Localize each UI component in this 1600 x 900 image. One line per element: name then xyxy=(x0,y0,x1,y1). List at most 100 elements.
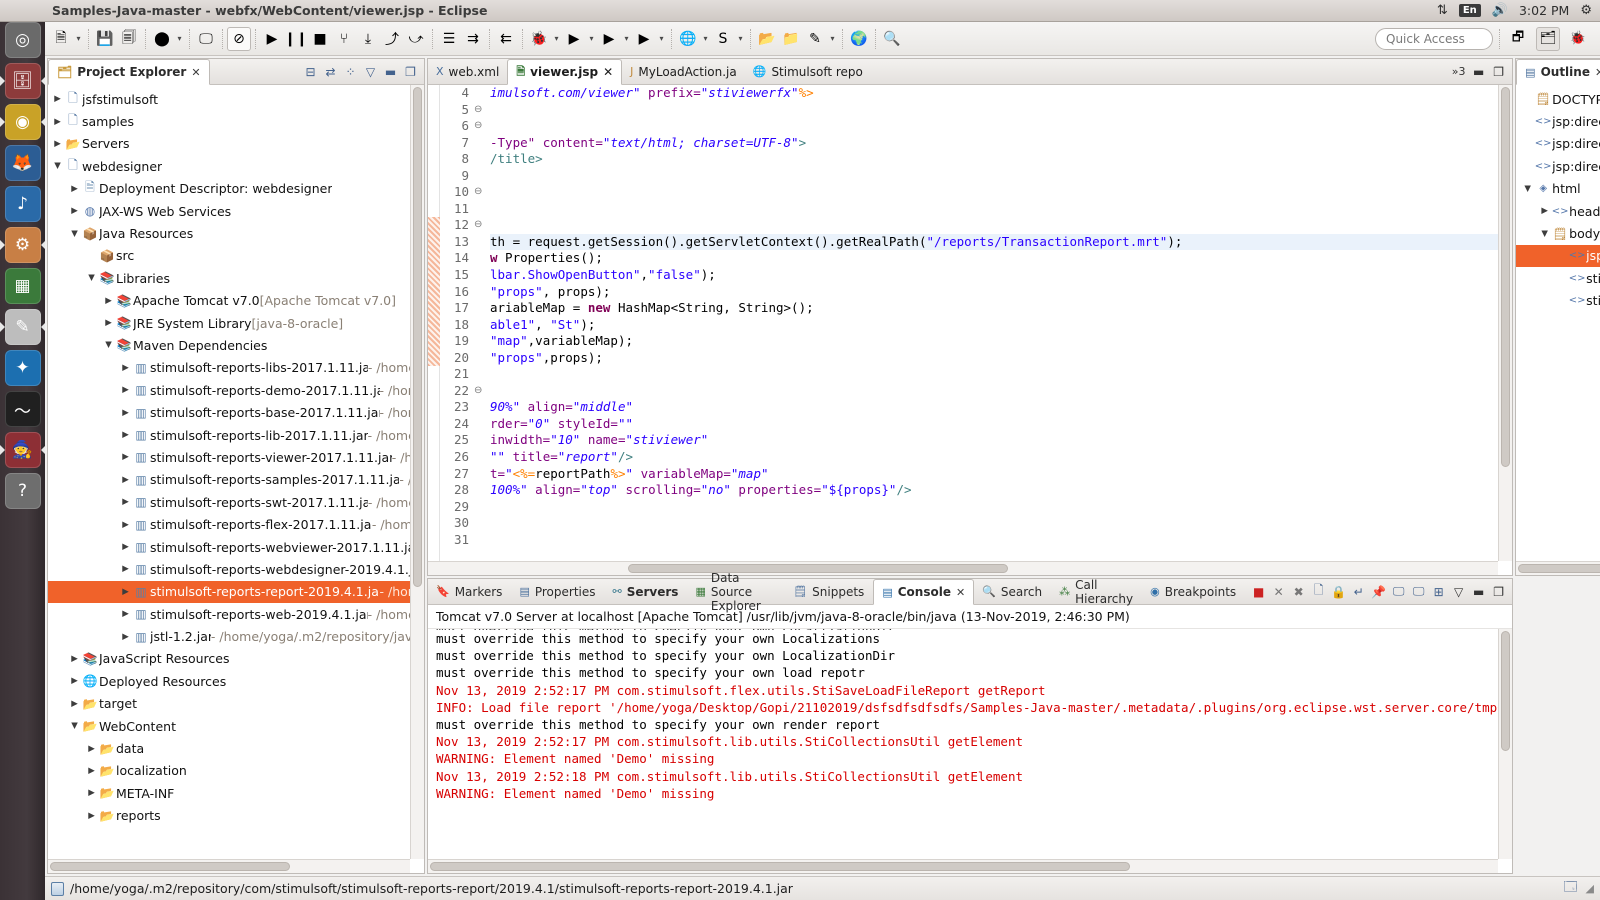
tree-row[interactable]: ·🗒DOCTYPE:HTML xyxy=(1516,88,1600,110)
chevron-down-icon[interactable]: ▾ xyxy=(735,27,746,51)
code-line[interactable] xyxy=(490,366,1512,383)
search-icon[interactable]: 🔍 xyxy=(880,27,904,51)
user-icon[interactable]: ⬤ xyxy=(150,27,174,51)
focus-on-active-task-icon[interactable]: ⁘ xyxy=(342,63,359,80)
chevron-right-icon[interactable]: ▶ xyxy=(68,184,81,194)
tree-row[interactable]: ▼ 📚 Libraries xyxy=(48,267,424,289)
chevron-right-icon[interactable]: ▶ xyxy=(68,699,81,709)
tree-row[interactable]: ▼ 🗋 webdesigner xyxy=(48,155,424,177)
code-line[interactable]: "" title="report"/> xyxy=(490,449,1512,466)
open-task-icon[interactable]: 📁 xyxy=(779,27,803,51)
tree-row[interactable]: ·<>jsp:directive.taglib prefix=stiviewer… xyxy=(1516,155,1600,177)
chevron-right-icon[interactable]: ▶ xyxy=(119,430,132,440)
run-last-tool-icon[interactable]: ☰ xyxy=(437,27,461,51)
terminate-icon[interactable]: ■ xyxy=(1250,583,1267,600)
tree-row[interactable]: ▶ ▥ stimulsoft-reports-flex-2017.1.11.jar … xyxy=(48,513,424,535)
chevron-down-icon[interactable]: ▼ xyxy=(68,229,81,239)
code-line[interactable]: "props",props); xyxy=(490,350,1512,367)
chevron-right-icon[interactable]: ▶ xyxy=(119,542,132,552)
minimize-icon[interactable]: ▬ xyxy=(382,63,399,80)
editor-vscrollbar[interactable] xyxy=(1498,85,1513,561)
files-icon[interactable]: 🗄 xyxy=(4,63,41,99)
folding-ruler[interactable]: ⊖ ⊖ ⊖ ⊖ ⊖ xyxy=(474,85,488,575)
resize-grip-icon[interactable]: ◢ xyxy=(1586,882,1594,895)
gear-icon[interactable]: ⚙ xyxy=(1580,3,1592,18)
new-icon[interactable]: 🗎 xyxy=(49,27,73,51)
code-line[interactable] xyxy=(490,168,1512,185)
chevron-right-icon[interactable]: ▶ xyxy=(68,676,81,686)
disconnect-icon[interactable]: ⑂ xyxy=(332,27,356,51)
marker-ruler[interactable] xyxy=(428,85,440,575)
code-line[interactable]: inwidth="10" name="stiviewer" xyxy=(490,432,1512,449)
tree-row[interactable]: ▶ 🗋 samples xyxy=(48,110,424,132)
chrome-icon[interactable]: ◉ xyxy=(4,104,41,140)
clock[interactable]: 3:02 PM xyxy=(1519,3,1569,18)
amarok-icon[interactable]: ♪ xyxy=(4,186,41,222)
chevron-right-icon[interactable]: ▶ xyxy=(119,587,132,597)
chevron-right-icon[interactable]: ▶ xyxy=(119,475,132,485)
keyboard-layout-indicator[interactable]: En xyxy=(1458,4,1481,17)
code-line[interactable]: /title> xyxy=(490,151,1512,168)
tree-row[interactable]: ▶ ▥ stimulsoft-reports-web-2019.4.1.jar - … xyxy=(48,603,424,625)
chevron-right-icon[interactable]: ▶ xyxy=(51,139,64,149)
chevron-right-icon[interactable]: ▶ xyxy=(68,206,81,216)
word-wrap-icon[interactable]: ↵ xyxy=(1350,583,1367,600)
tree-row[interactable]: ·<>jsp:directive.page contentType=text/h… xyxy=(1516,110,1600,132)
tree-row-selected[interactable]: ·<>jsp:scriptlet xyxy=(1516,244,1600,268)
chevron-right-icon[interactable]: ▶ xyxy=(85,766,98,776)
editor-tab-stimulsoft-repo[interactable]: 🌐 Stimulsoft repo xyxy=(745,59,871,84)
new-perspective-icon[interactable]: 🗗 xyxy=(1506,27,1530,51)
fold-collapse-icon[interactable]: ⊖ xyxy=(474,383,488,400)
console-hscrollbar[interactable] xyxy=(428,859,1499,873)
bottom-tab-console[interactable]: ▤ Console ✕ xyxy=(873,579,975,605)
tree-row[interactable]: ▶ 📂 target xyxy=(48,693,424,715)
new-server-icon[interactable]: S xyxy=(711,27,735,51)
display-selected-console-icon[interactable]: 🖵 xyxy=(1390,583,1407,600)
code-line[interactable] xyxy=(490,515,1512,532)
volume-icon[interactable]: 🔊 xyxy=(1492,3,1508,18)
run-as-server-icon[interactable]: ▶ xyxy=(597,27,621,51)
chevron-down-icon[interactable]: ▼ xyxy=(1538,229,1551,239)
tree-row[interactable]: ▶ 🗎 Deployment Descriptor: webdesigner xyxy=(48,178,424,200)
run-icon[interactable]: ▶ xyxy=(562,27,586,51)
editor-tab-viewer-jsp[interactable]: 🗎 viewer.jsp ✕ xyxy=(507,59,623,85)
code-text[interactable]: imulsoft.com/viewer" prefix="stiviewerfx… xyxy=(488,85,1513,575)
minimize-icon[interactable]: ▬ xyxy=(1470,583,1487,600)
close-icon[interactable]: ✕ xyxy=(956,586,965,599)
console-output[interactable]: must override this method to specify you… xyxy=(428,629,1513,873)
tree-row[interactable]: ·<>stidesignerfx:iframe name=stiviewer xyxy=(1516,267,1600,289)
tree-row[interactable]: ▶ ▥ stimulsoft-reports-viewer-2017.1.11.ja… xyxy=(48,446,424,468)
project-explorer-vscrollbar[interactable] xyxy=(410,85,424,859)
chevron-right-icon[interactable]: ▶ xyxy=(1538,206,1551,216)
java-ee-perspective-icon[interactable]: 🗂 xyxy=(1536,26,1560,51)
help-icon[interactable]: ? xyxy=(4,473,41,509)
outline-tree[interactable]: ·🗒DOCTYPE:HTML·<>jsp:directive.page cont… xyxy=(1516,85,1600,312)
writer-icon[interactable]: ✎ xyxy=(4,309,41,345)
code-line[interactable] xyxy=(490,532,1512,549)
tree-row[interactable]: ▼ 📦 Java Resources xyxy=(48,222,424,244)
tree-row[interactable]: ▶ ▥ jstl-1.2.jar - /home/yoga/.m2/reposito… xyxy=(48,625,424,647)
network-updown-icon[interactable]: ⇅ xyxy=(1437,3,1448,18)
chevron-down-icon[interactable]: ▾ xyxy=(174,27,185,51)
code-line[interactable]: imulsoft.com/viewer" prefix="stiviewerfx… xyxy=(490,85,1512,102)
chevron-down-icon[interactable]: ▾ xyxy=(656,27,667,51)
bottom-tab-properties[interactable]: ▤ Properties xyxy=(511,579,604,604)
suspend-icon[interactable]: ❙❙ xyxy=(284,27,308,51)
chevron-right-icon[interactable]: ▶ xyxy=(119,408,132,418)
profile-icon[interactable]: ▶ xyxy=(632,27,656,51)
tree-row[interactable]: ▶ ▥ stimulsoft-reports-libs-2017.1.11.jar … xyxy=(48,357,424,379)
minimize-icon[interactable]: ▬ xyxy=(1470,63,1487,80)
chevron-right-icon[interactable]: ▶ xyxy=(85,811,98,821)
chevron-down-icon[interactable]: ▾ xyxy=(827,27,838,51)
remove-launch-icon[interactable]: ✕ xyxy=(1270,583,1287,600)
compass-icon[interactable]: ✦ xyxy=(4,350,41,386)
tree-row[interactable]: ▶ 📂 data xyxy=(48,737,424,759)
tree-row[interactable]: ▶ ▥ stimulsoft-reports-samples-2017.1.11.j… xyxy=(48,469,424,491)
bottom-tab-search[interactable]: 🔍 Search xyxy=(974,579,1051,604)
chevron-right-icon[interactable]: ▶ xyxy=(85,788,98,798)
chevron-down-icon[interactable]: ▼ xyxy=(51,161,64,171)
tree-row-selected[interactable]: ▶ ▥ stimulsoft-reports-report-2019.4.1.jar… xyxy=(48,580,424,603)
tree-row[interactable]: ▶ 🌐 Deployed Resources xyxy=(48,670,424,692)
code-line[interactable] xyxy=(490,499,1512,516)
new-task-icon[interactable]: ✎ xyxy=(803,27,827,51)
